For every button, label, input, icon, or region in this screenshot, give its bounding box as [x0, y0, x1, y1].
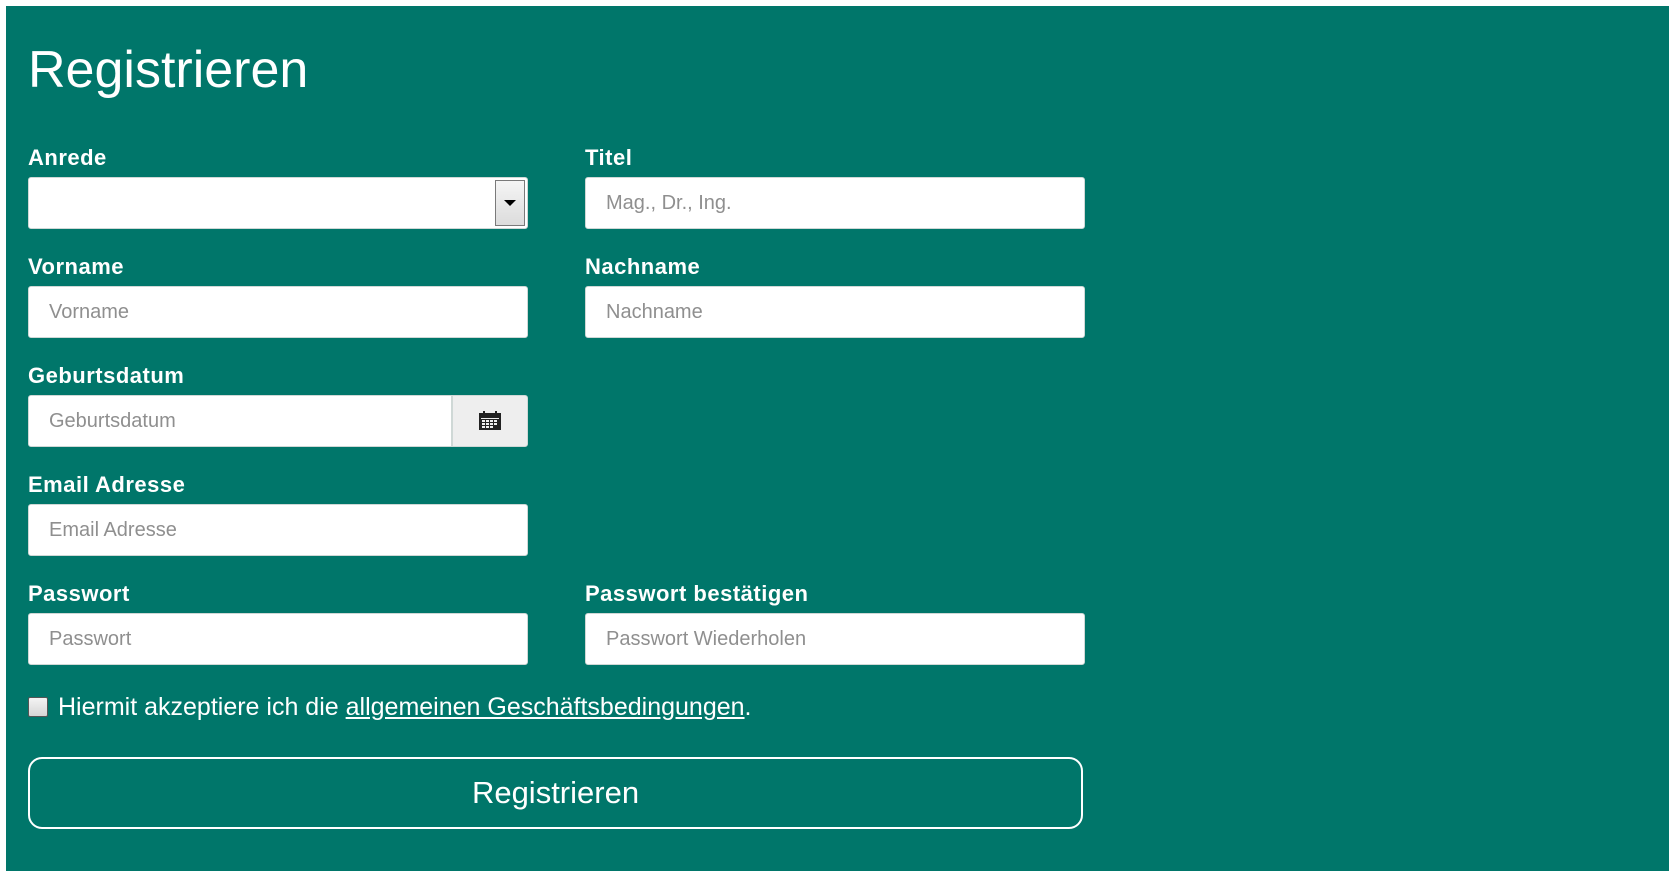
- nachname-label: Nachname: [585, 254, 701, 279]
- registration-panel: Registrieren Anrede Titel Vorname Nachna…: [6, 6, 1669, 871]
- terms-row: Hiermit akzeptiere ich die allgemeinen G…: [28, 692, 751, 722]
- terms-text-prefix: Hiermit akzeptiere ich die: [58, 693, 346, 721]
- terms-checkbox[interactable]: [28, 697, 48, 717]
- titel-label: Titel: [585, 145, 633, 170]
- passwort-input[interactable]: [28, 613, 528, 665]
- vorname-input[interactable]: [28, 286, 528, 338]
- terms-text-suffix: .: [744, 693, 752, 721]
- anrede-label: Anrede: [28, 145, 107, 170]
- geburtsdatum-label: Geburtsdatum: [28, 363, 185, 388]
- email-label: Email Adresse: [28, 472, 186, 497]
- datepicker-button[interactable]: [452, 395, 528, 447]
- dropdown-arrow[interactable]: [495, 180, 525, 226]
- geburtsdatum-group: [28, 395, 528, 447]
- calendar-icon: [479, 411, 501, 430]
- geburtsdatum-input[interactable]: [28, 395, 452, 447]
- page-title: Registrieren: [28, 41, 309, 99]
- chevron-down-icon: [504, 200, 516, 206]
- passwort-confirm-label: Passwort bestätigen: [585, 581, 809, 606]
- email-input[interactable]: [28, 504, 528, 556]
- titel-input[interactable]: [585, 177, 1085, 229]
- passwort-confirm-input[interactable]: [585, 613, 1085, 665]
- nachname-input[interactable]: [585, 286, 1085, 338]
- register-button[interactable]: Registrieren: [28, 757, 1083, 829]
- terms-link[interactable]: allgemeinen Geschäftsbedingungen: [346, 692, 745, 722]
- anrede-select[interactable]: [28, 177, 528, 229]
- vorname-label: Vorname: [28, 254, 125, 279]
- passwort-label: Passwort: [28, 581, 130, 606]
